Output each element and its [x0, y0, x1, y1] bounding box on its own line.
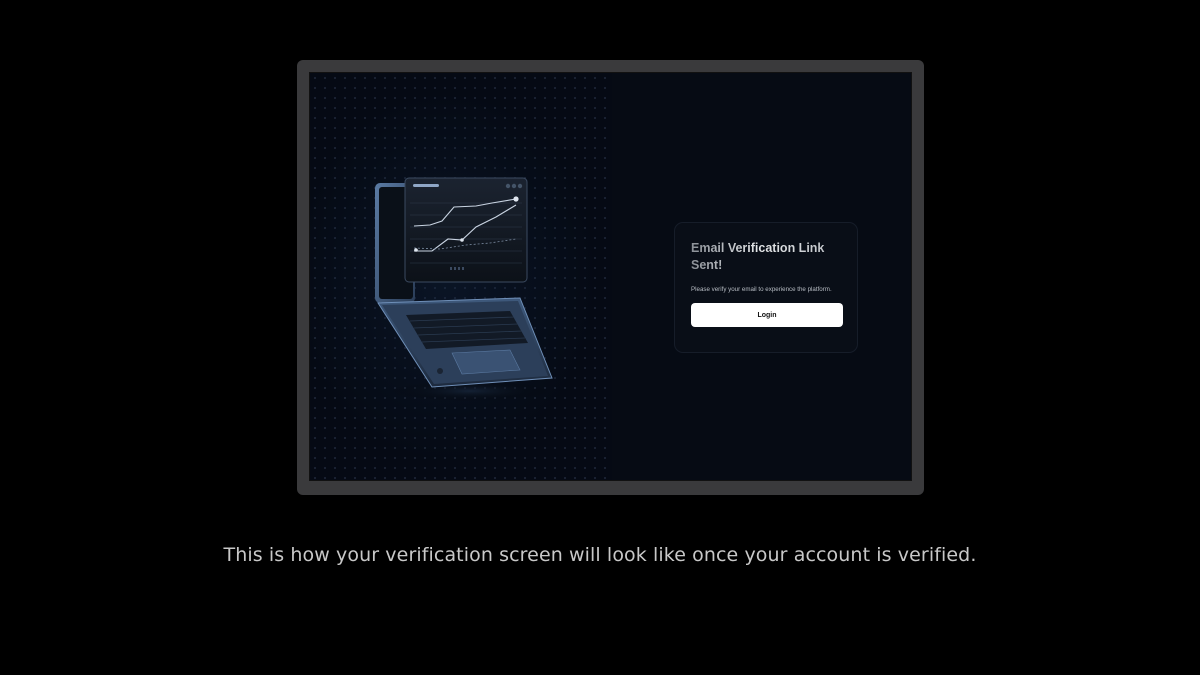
card-title: Email Verification Link Sent! [691, 240, 841, 274]
login-button[interactable]: Login [691, 303, 843, 327]
preview-caption: This is how your verification screen wil… [223, 544, 977, 566]
verification-card: Email Verification Link Sent! Please ver… [674, 222, 858, 353]
card-message: Please verify your email to experience t… [691, 286, 832, 293]
preview-screen: Email Verification Link Sent! Please ver… [309, 72, 912, 481]
preview-frame: Email Verification Link Sent! Please ver… [297, 60, 924, 495]
laptop-chart-icon [375, 177, 553, 401]
